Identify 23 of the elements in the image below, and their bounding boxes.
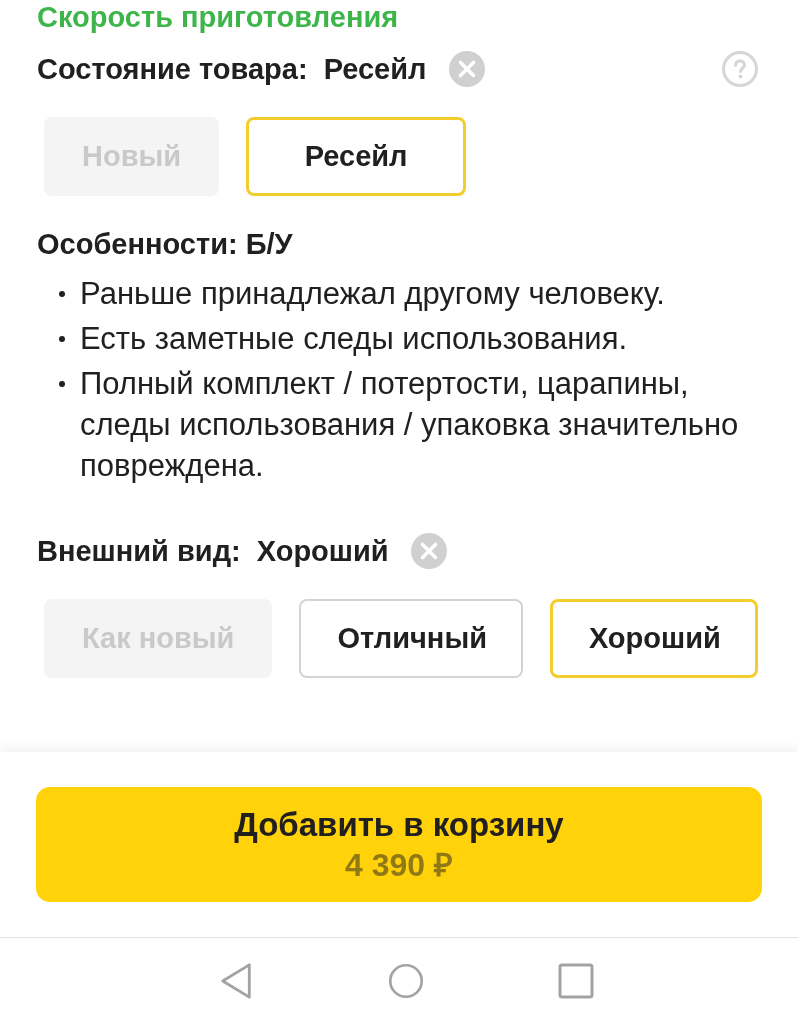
section-header: Скорость приготовления	[37, 0, 400, 34]
price-text: 4 390 ₽	[345, 845, 453, 884]
feature-text: Есть заметные следы использования.	[80, 320, 628, 358]
bullet-icon	[59, 381, 65, 387]
clear-icon[interactable]	[448, 51, 485, 87]
filter-value: Хороший	[256, 534, 389, 568]
features-title: Особенности: Б/У	[37, 228, 294, 260]
recent-apps-icon[interactable]	[558, 962, 594, 1000]
option-button[interactable]: Отличный	[299, 599, 523, 678]
bullet-icon	[59, 336, 65, 342]
filter-label: Состояние товара:	[37, 52, 308, 86]
home-icon[interactable]	[388, 962, 424, 1000]
feature-text: Полный комплект / потертости, царапины, следы использования / упаковка значительно повреждена.	[80, 365, 740, 485]
option-button[interactable]: Хороший	[549, 599, 758, 678]
bullet-icon	[59, 291, 65, 297]
filter-value: Ресейл	[323, 52, 427, 86]
clear-icon[interactable]	[410, 533, 447, 569]
help-icon[interactable]	[722, 51, 758, 87]
add-to-cart-button[interactable]: Добавить в корзину 4 390 ₽	[36, 787, 762, 902]
filter-label: Внешний вид:	[37, 534, 241, 568]
feature-text: Раньше принадлежал другому человеку.	[80, 275, 665, 313]
option-button[interactable]: Ресейл	[246, 117, 467, 196]
back-icon[interactable]	[218, 962, 254, 1000]
